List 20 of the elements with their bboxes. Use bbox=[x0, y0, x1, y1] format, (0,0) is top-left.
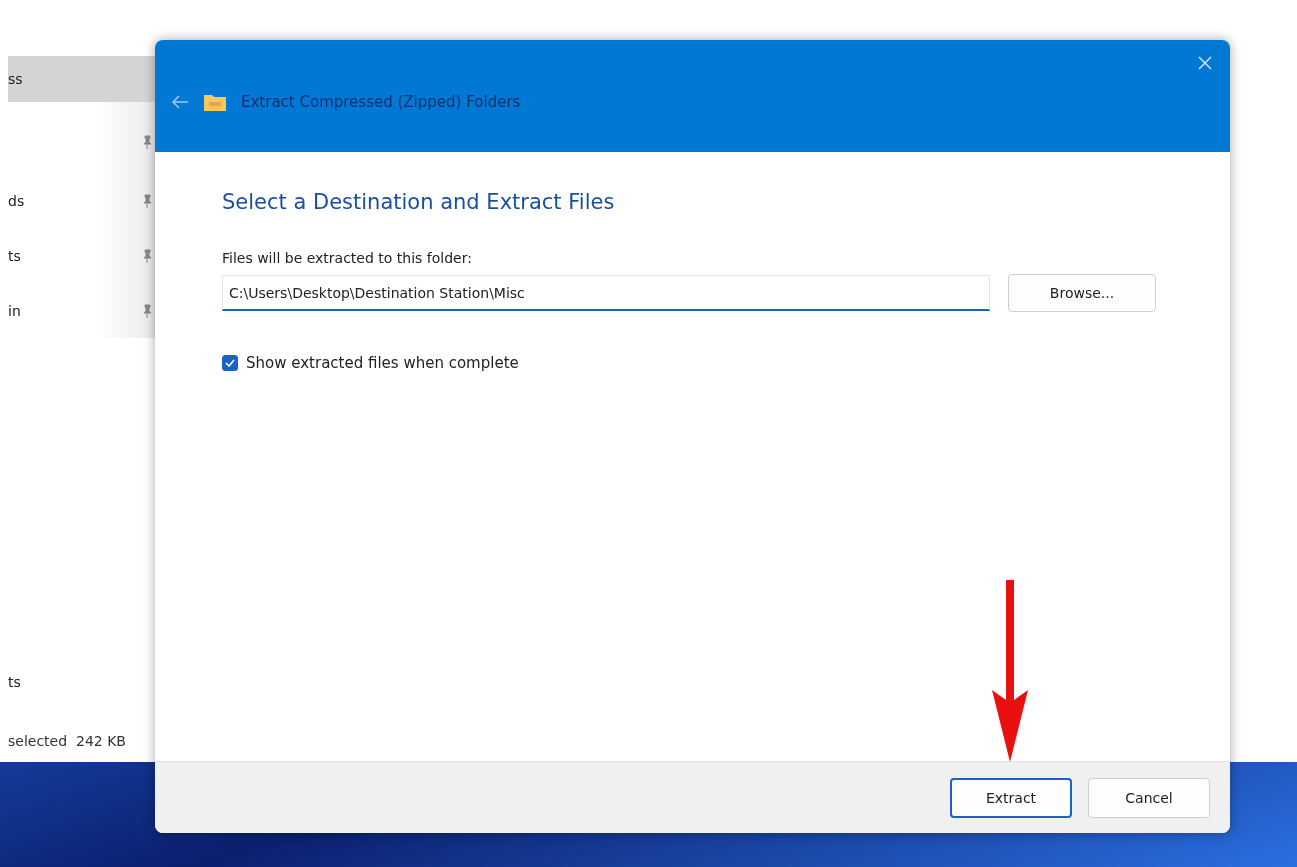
check-icon bbox=[225, 359, 235, 367]
checkbox-label: Show extracted files when complete bbox=[246, 354, 519, 372]
sidebar-item[interactable]: ts bbox=[8, 674, 21, 690]
sidebar-item[interactable]: ss bbox=[8, 56, 158, 102]
extract-button[interactable]: Extract bbox=[950, 777, 1072, 818]
sidebar-item[interactable]: in bbox=[8, 283, 158, 338]
dialog-title: Extract Compressed (Zipped) Folders bbox=[241, 93, 521, 111]
status-text: selected 242 KB bbox=[8, 733, 126, 749]
dialog-heading: Select a Destination and Extract Files bbox=[222, 190, 616, 214]
destination-path-field[interactable]: C:\Users\Desktop\Destination Station\Misc bbox=[222, 275, 990, 311]
arrow-icon bbox=[990, 580, 1030, 762]
sidebar-item[interactable]: ts bbox=[8, 228, 158, 283]
checkbox[interactable] bbox=[222, 355, 238, 371]
sidebar-item[interactable]: ds bbox=[8, 173, 158, 228]
browse-button[interactable]: Browse... bbox=[1008, 274, 1156, 312]
back-arrow-icon[interactable] bbox=[171, 95, 189, 109]
close-icon[interactable] bbox=[1198, 56, 1212, 70]
field-label: Files will be extracted to this folder: bbox=[222, 250, 473, 266]
cancel-button[interactable]: Cancel bbox=[1088, 777, 1210, 818]
zip-folder-icon bbox=[203, 92, 227, 112]
